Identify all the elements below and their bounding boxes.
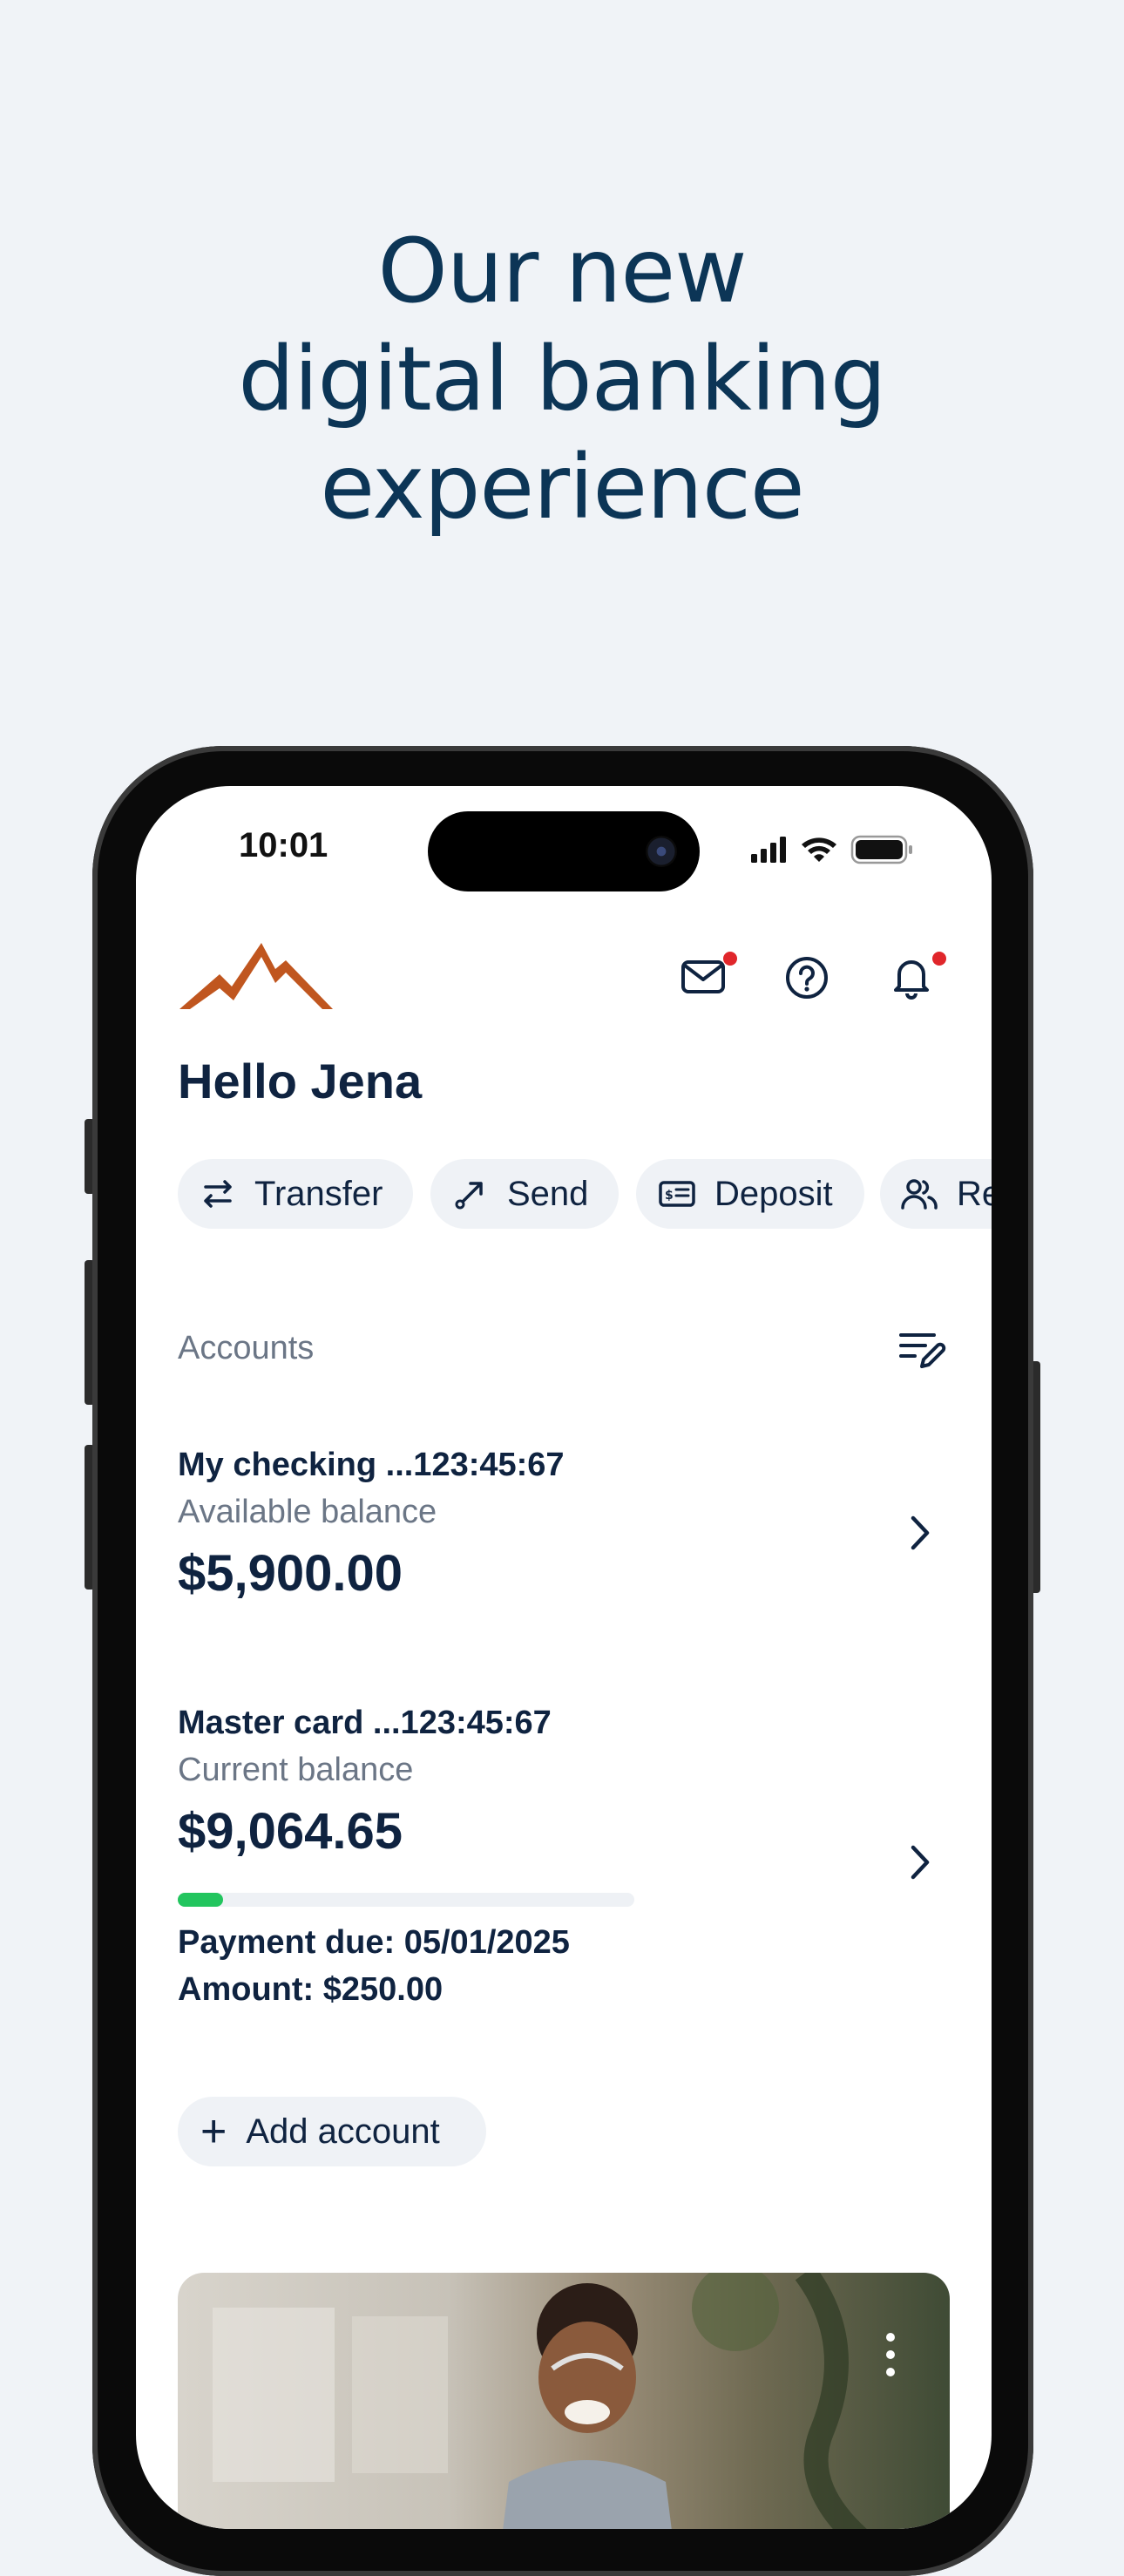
send-button[interactable]: Send — [430, 1159, 619, 1229]
help-icon[interactable] — [779, 948, 835, 1004]
phone-screen: 10:01 Hello Jena Transfer Send $ Deposit… — [136, 786, 992, 2529]
promo-image-card[interactable] — [178, 2273, 950, 2529]
chevron-right-icon[interactable] — [903, 1840, 938, 1884]
edit-list-icon[interactable] — [896, 1323, 948, 1375]
deposit-icon: $ — [659, 1181, 695, 1207]
people-icon — [901, 1179, 938, 1210]
deposit-label: Deposit — [714, 1174, 833, 1213]
promo-photo — [213, 2273, 867, 2529]
send-label: Send — [507, 1174, 589, 1213]
account-name: My checking ...123:45:67 — [178, 1447, 565, 1483]
greeting: Hello Jena — [178, 1054, 423, 1108]
wifi-icon — [802, 837, 836, 862]
add-account-label: Add account — [246, 2112, 440, 2151]
send-icon — [455, 1182, 483, 1210]
accounts-title: Accounts — [178, 1330, 315, 1366]
quick-actions: Transfer Send $ Deposit Re — [178, 1159, 992, 1229]
bell-icon[interactable] — [884, 948, 939, 1004]
transfer-label: Transfer — [254, 1174, 383, 1213]
balance-label: Current balance — [178, 1752, 414, 1788]
svg-text:$: $ — [665, 1189, 674, 1203]
balance-amount: $5,900.00 — [178, 1545, 403, 1602]
balance-amount: $9,064.65 — [178, 1803, 403, 1860]
headline: Our new digital banking experience — [0, 218, 1124, 542]
bell-notification-dot — [932, 952, 946, 966]
camera-icon — [646, 836, 677, 867]
status-time: 10:01 — [239, 826, 328, 864]
account-name: Master card ...123:45:67 — [178, 1705, 552, 1741]
more-options-icon[interactable] — [885, 2330, 896, 2379]
payment-due: Payment due: 05/01/2025 — [178, 1924, 570, 1961]
transfer-button[interactable]: Transfer — [178, 1159, 413, 1229]
status-icons — [751, 835, 912, 864]
add-account-button[interactable]: + Add account — [178, 2097, 486, 2166]
cellular-signal-icon — [751, 837, 786, 863]
deposit-button[interactable]: $ Deposit — [636, 1159, 864, 1229]
headline-line-1: Our new — [377, 220, 747, 323]
headline-line-3: experience — [320, 436, 804, 539]
mail-notification-dot — [723, 952, 737, 966]
mountain-logo — [179, 943, 333, 1009]
dynamic-island — [428, 811, 700, 891]
credit-usage-progress — [178, 1893, 634, 1907]
request-button[interactable]: Re — [880, 1159, 992, 1229]
plus-icon: + — [200, 2106, 227, 2157]
chevron-right-icon[interactable] — [903, 1511, 938, 1555]
headline-line-2: digital banking — [238, 328, 886, 431]
balance-label: Available balance — [178, 1494, 437, 1530]
battery-icon — [850, 835, 912, 864]
credit-usage-progress-fill — [178, 1893, 224, 1907]
transfer-icon — [204, 1180, 232, 1208]
payment-amount: Amount: $250.00 — [178, 1971, 444, 2008]
request-label: Re — [957, 1174, 992, 1213]
